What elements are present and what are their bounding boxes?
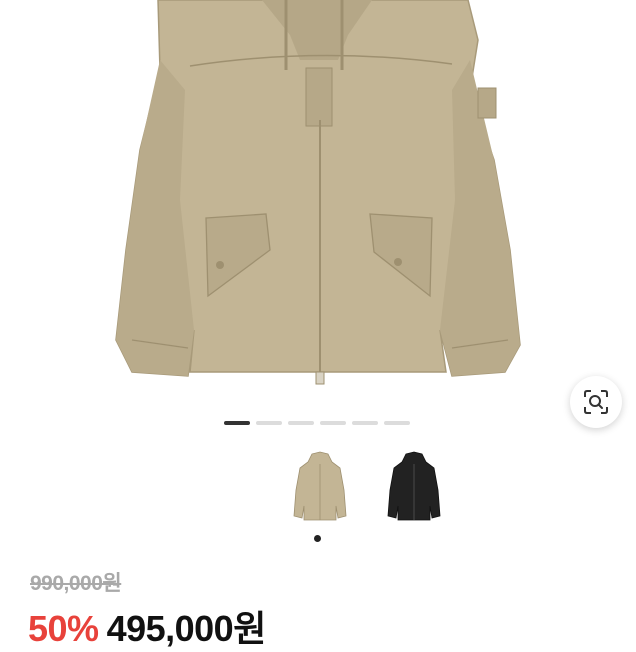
beige-jacket-thumbnail xyxy=(293,451,347,521)
pagination-dot-2[interactable] xyxy=(256,421,282,425)
lens-search-button[interactable] xyxy=(570,376,622,428)
pagination-dot-1[interactable] xyxy=(224,421,250,425)
sale-price: 495,000원 xyxy=(106,608,267,649)
pagination-dot-4[interactable] xyxy=(320,421,346,425)
image-pagination xyxy=(224,421,410,425)
lens-search-icon xyxy=(584,390,608,414)
pagination-dot-6[interactable] xyxy=(384,421,410,425)
pagination-dot-3[interactable] xyxy=(288,421,314,425)
jacket-illustration xyxy=(115,0,521,385)
black-jacket-thumbnail xyxy=(387,451,441,521)
discount-rate: 50% xyxy=(28,608,99,649)
color-thumb-black[interactable] xyxy=(382,448,446,528)
color-thumb-beige[interactable] xyxy=(288,448,352,528)
product-main-image[interactable] xyxy=(0,0,636,410)
pagination-dot-5[interactable] xyxy=(352,421,378,425)
selected-color-indicator xyxy=(314,535,321,542)
original-price: 990,000원 xyxy=(30,572,122,595)
sale-price-row: 50% 495,000원 xyxy=(28,600,266,652)
color-variant-thumbnails xyxy=(288,448,446,528)
